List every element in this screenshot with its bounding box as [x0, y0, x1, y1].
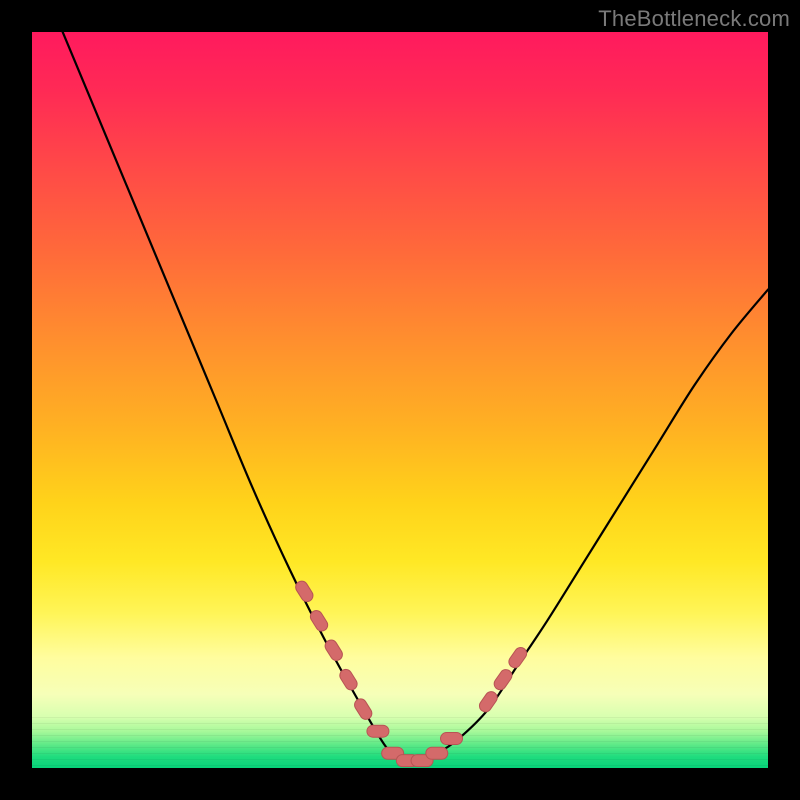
bottleneck-curve — [32, 32, 768, 762]
marker-bead — [352, 697, 374, 722]
plot-area — [32, 32, 768, 768]
chart-svg — [32, 32, 768, 768]
marker-group — [293, 579, 529, 767]
marker-bead — [477, 689, 499, 714]
marker-bead — [492, 667, 514, 692]
chart-frame: TheBottleneck.com — [0, 0, 800, 800]
marker-bead — [426, 747, 448, 759]
marker-bead — [441, 733, 463, 745]
marker-bead — [507, 645, 529, 670]
marker-bead — [367, 725, 389, 737]
watermark-text: TheBottleneck.com — [598, 6, 790, 32]
